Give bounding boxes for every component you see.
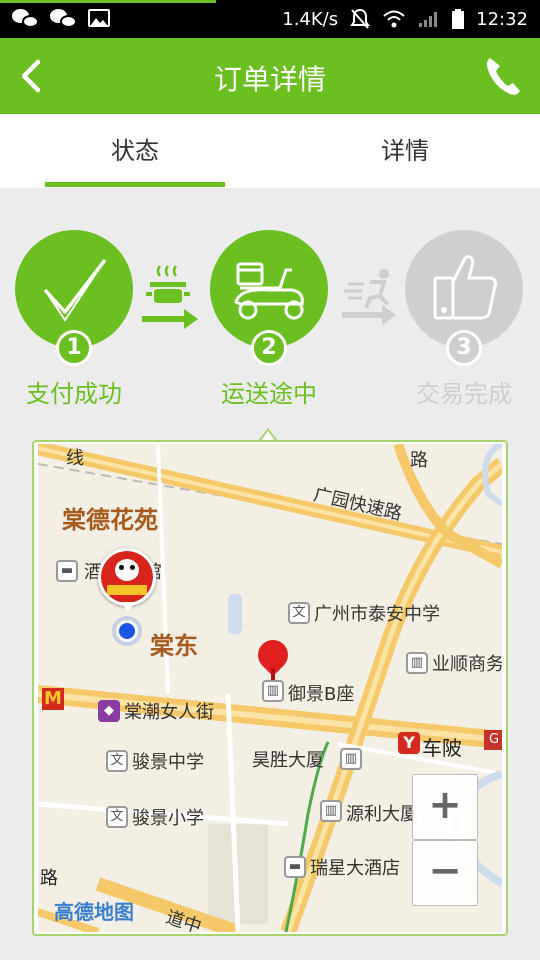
shopping-icon: ◆ (98, 700, 120, 722)
map-label-school-2: 骏景中学 (132, 752, 204, 773)
page-title: 订单详情 (213, 63, 326, 96)
restaurant-marker[interactable] (98, 548, 156, 606)
signal-icon (419, 12, 438, 27)
highway-sign-icon: G (484, 730, 502, 750)
map-label-road-bottom-left: 路 (40, 868, 58, 889)
wifi-icon (383, 10, 405, 28)
zoom-in-button[interactable]: + (412, 774, 478, 840)
metro-icon: Y (398, 732, 420, 754)
map-label-business: 业顺商务 (432, 654, 502, 675)
hotel-icon: ▬ (56, 560, 78, 582)
phone-icon[interactable] (482, 54, 522, 98)
map-label-metro: 车陂 (422, 736, 462, 760)
active-tab-indicator (45, 182, 225, 187)
building-icon: ▥ (320, 800, 342, 822)
map-label-shopping: 棠潮女人街 (124, 702, 214, 723)
wechat-icon (50, 6, 78, 30)
notification-icons (12, 6, 110, 30)
school-icon: 文 (106, 806, 128, 828)
building-icon: ▥ (340, 748, 362, 770)
wechat-icon (12, 6, 40, 30)
image-icon (88, 9, 110, 27)
building-icon: ▥ (406, 652, 428, 674)
map-label-building-1: 御景B座 (288, 684, 355, 705)
current-location-dot (116, 620, 138, 642)
map-label-tangdong: 棠东 (150, 632, 198, 660)
marker-tail (121, 602, 135, 612)
hotel-icon: ▬ (284, 856, 306, 878)
status-progress-line (0, 0, 216, 3)
battery-icon (452, 9, 465, 29)
mute-icon (350, 8, 370, 29)
step-1-number: 1 (56, 330, 92, 366)
mcdonalds-icon: M (42, 688, 64, 710)
app-bar: 订单详情 (0, 38, 540, 114)
building-icon: ▥ (262, 680, 284, 702)
running-man-arrow-icon (342, 269, 396, 325)
tab-bar: 状态 详情 (0, 114, 540, 188)
tab-status[interactable]: 状态 (0, 114, 270, 188)
cooking-pot-arrow-icon (142, 265, 198, 329)
step-3-number: 3 (446, 330, 482, 366)
step-2-number: 2 (251, 330, 287, 366)
zoom-out-button[interactable]: − (412, 840, 478, 906)
map-label-building-2: 昊胜大厦 (252, 750, 324, 771)
delivery-map[interactable]: 线 路 广园快速路 棠德花苑 ▬ 酒 务宾馆 棠东 文 广州市泰安中学 ▥ 业顺… (38, 444, 502, 932)
step-1-label: 支付成功 (26, 380, 122, 408)
clock: 12:32 (476, 8, 528, 30)
tab-details[interactable]: 详情 (270, 114, 540, 188)
map-label-school-3: 骏景小学 (132, 808, 204, 829)
map-label-school-1: 广州市泰安中学 (314, 604, 440, 625)
map-label-road-top-left: 线 (66, 448, 84, 469)
status-bar: 1.4K/s 12:32 (0, 0, 540, 38)
map-label-hotel-2: 瑞星大酒店 (310, 858, 400, 879)
school-icon: 文 (106, 750, 128, 772)
map-label-tangde-huayuan: 棠德花苑 (62, 506, 158, 534)
map-label-building-3: 源利大厦 (346, 804, 418, 825)
school-icon: 文 (288, 602, 310, 624)
network-speed: 1.4K/s (282, 8, 339, 30)
step-2-label: 运送途中 (221, 380, 317, 408)
amap-logo: 高德地图 (54, 900, 134, 924)
step-3-label: 交易完成 (416, 380, 512, 408)
status-right: 1.4K/s 12:32 (282, 8, 528, 30)
map-card: 线 路 广园快速路 棠德花苑 ▬ 酒 务宾馆 棠东 文 广州市泰安中学 ▥ 业顺… (32, 440, 508, 936)
map-label-road-top: 路 (410, 450, 428, 471)
